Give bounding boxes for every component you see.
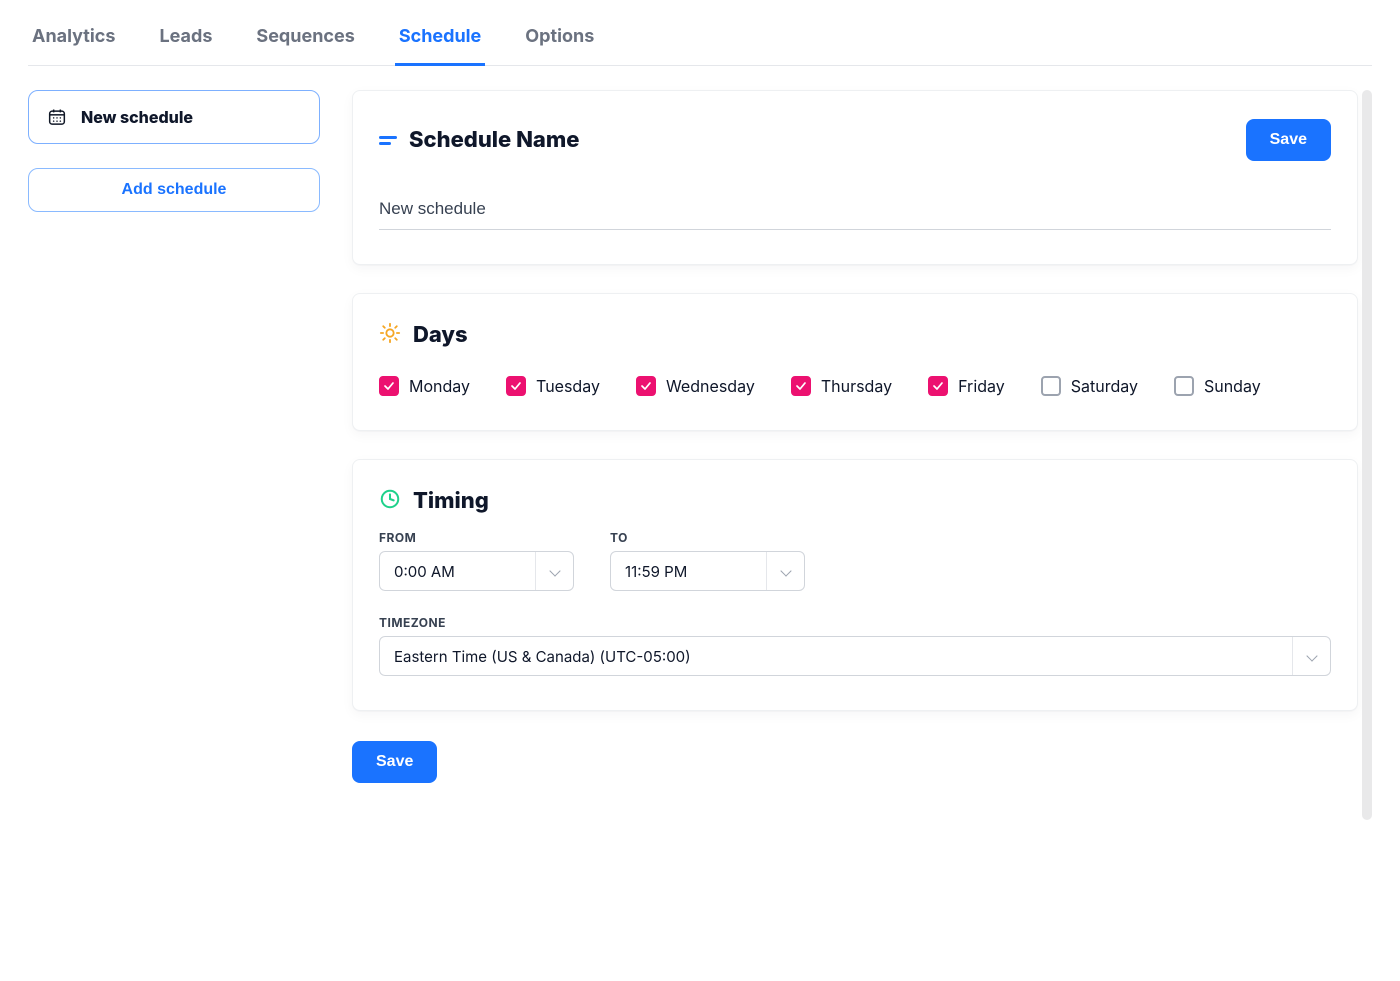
days-row: Monday Tuesday Wednesday bbox=[379, 376, 1331, 396]
tab-analytics[interactable]: Analytics bbox=[28, 12, 119, 66]
timezone-select[interactable]: Eastern Time (US & Canada) (UTC-05:00) bbox=[379, 636, 1331, 676]
day-thursday[interactable]: Thursday bbox=[791, 376, 892, 396]
panel-schedule-name: Schedule Name Save bbox=[352, 90, 1358, 265]
timezone-label: TIMEZONE bbox=[379, 615, 1331, 630]
from-time-value: 0:00 AM bbox=[394, 562, 455, 581]
panel-timing: Timing FROM 0:00 AM TO 11:59 PM bbox=[352, 459, 1358, 711]
sun-icon bbox=[379, 322, 401, 348]
checkbox-wednesday[interactable] bbox=[636, 376, 656, 396]
panel-title-schedule-name: Schedule Name bbox=[409, 127, 579, 153]
chevron-down-icon bbox=[1292, 637, 1330, 675]
day-saturday[interactable]: Saturday bbox=[1041, 376, 1138, 396]
schedule-item-new[interactable]: New schedule bbox=[28, 90, 320, 144]
day-label: Monday bbox=[409, 376, 470, 396]
top-tabs: Analytics Leads Sequences Schedule Optio… bbox=[28, 12, 1372, 66]
to-label: TO bbox=[610, 530, 805, 545]
tab-sequences[interactable]: Sequences bbox=[252, 12, 358, 66]
checkbox-monday[interactable] bbox=[379, 376, 399, 396]
day-friday[interactable]: Friday bbox=[928, 376, 1005, 396]
checkbox-thursday[interactable] bbox=[791, 376, 811, 396]
checkbox-saturday[interactable] bbox=[1041, 376, 1061, 396]
checkbox-tuesday[interactable] bbox=[506, 376, 526, 396]
chevron-down-icon bbox=[766, 552, 804, 590]
sidebar: New schedule Add schedule bbox=[28, 90, 320, 783]
day-monday[interactable]: Monday bbox=[379, 376, 470, 396]
tab-leads[interactable]: Leads bbox=[155, 12, 216, 66]
clock-icon bbox=[379, 488, 401, 514]
save-button[interactable]: Save bbox=[352, 741, 437, 783]
to-time-select[interactable]: 11:59 PM bbox=[610, 551, 805, 591]
schedule-name-input[interactable] bbox=[379, 195, 1331, 230]
day-label: Sunday bbox=[1204, 376, 1261, 396]
day-label: Friday bbox=[958, 376, 1005, 396]
panel-days: Days Monday Tuesday bbox=[352, 293, 1358, 431]
checkbox-friday[interactable] bbox=[928, 376, 948, 396]
calendar-icon bbox=[47, 107, 67, 127]
tab-schedule[interactable]: Schedule bbox=[395, 12, 485, 66]
from-label: FROM bbox=[379, 530, 574, 545]
day-sunday[interactable]: Sunday bbox=[1174, 376, 1261, 396]
checkbox-sunday[interactable] bbox=[1174, 376, 1194, 396]
day-label: Tuesday bbox=[536, 376, 600, 396]
day-label: Saturday bbox=[1071, 376, 1138, 396]
day-label: Wednesday bbox=[666, 376, 755, 396]
day-wednesday[interactable]: Wednesday bbox=[636, 376, 755, 396]
from-time-select[interactable]: 0:00 AM bbox=[379, 551, 574, 591]
tab-options[interactable]: Options bbox=[521, 12, 598, 66]
panel-title-days: Days bbox=[413, 322, 468, 348]
day-label: Thursday bbox=[821, 376, 892, 396]
timezone-value: Eastern Time (US & Canada) (UTC-05:00) bbox=[394, 647, 691, 666]
notes-icon bbox=[379, 136, 397, 145]
panel-title-timing: Timing bbox=[413, 488, 489, 514]
add-schedule-button[interactable]: Add schedule bbox=[28, 168, 320, 212]
day-tuesday[interactable]: Tuesday bbox=[506, 376, 600, 396]
scrollbar[interactable] bbox=[1362, 90, 1372, 820]
main-content: Schedule Name Save bbox=[352, 90, 1372, 783]
save-name-button[interactable]: Save bbox=[1246, 119, 1331, 161]
chevron-down-icon bbox=[535, 552, 573, 590]
schedule-item-label: New schedule bbox=[81, 107, 193, 127]
to-time-value: 11:59 PM bbox=[625, 562, 687, 581]
